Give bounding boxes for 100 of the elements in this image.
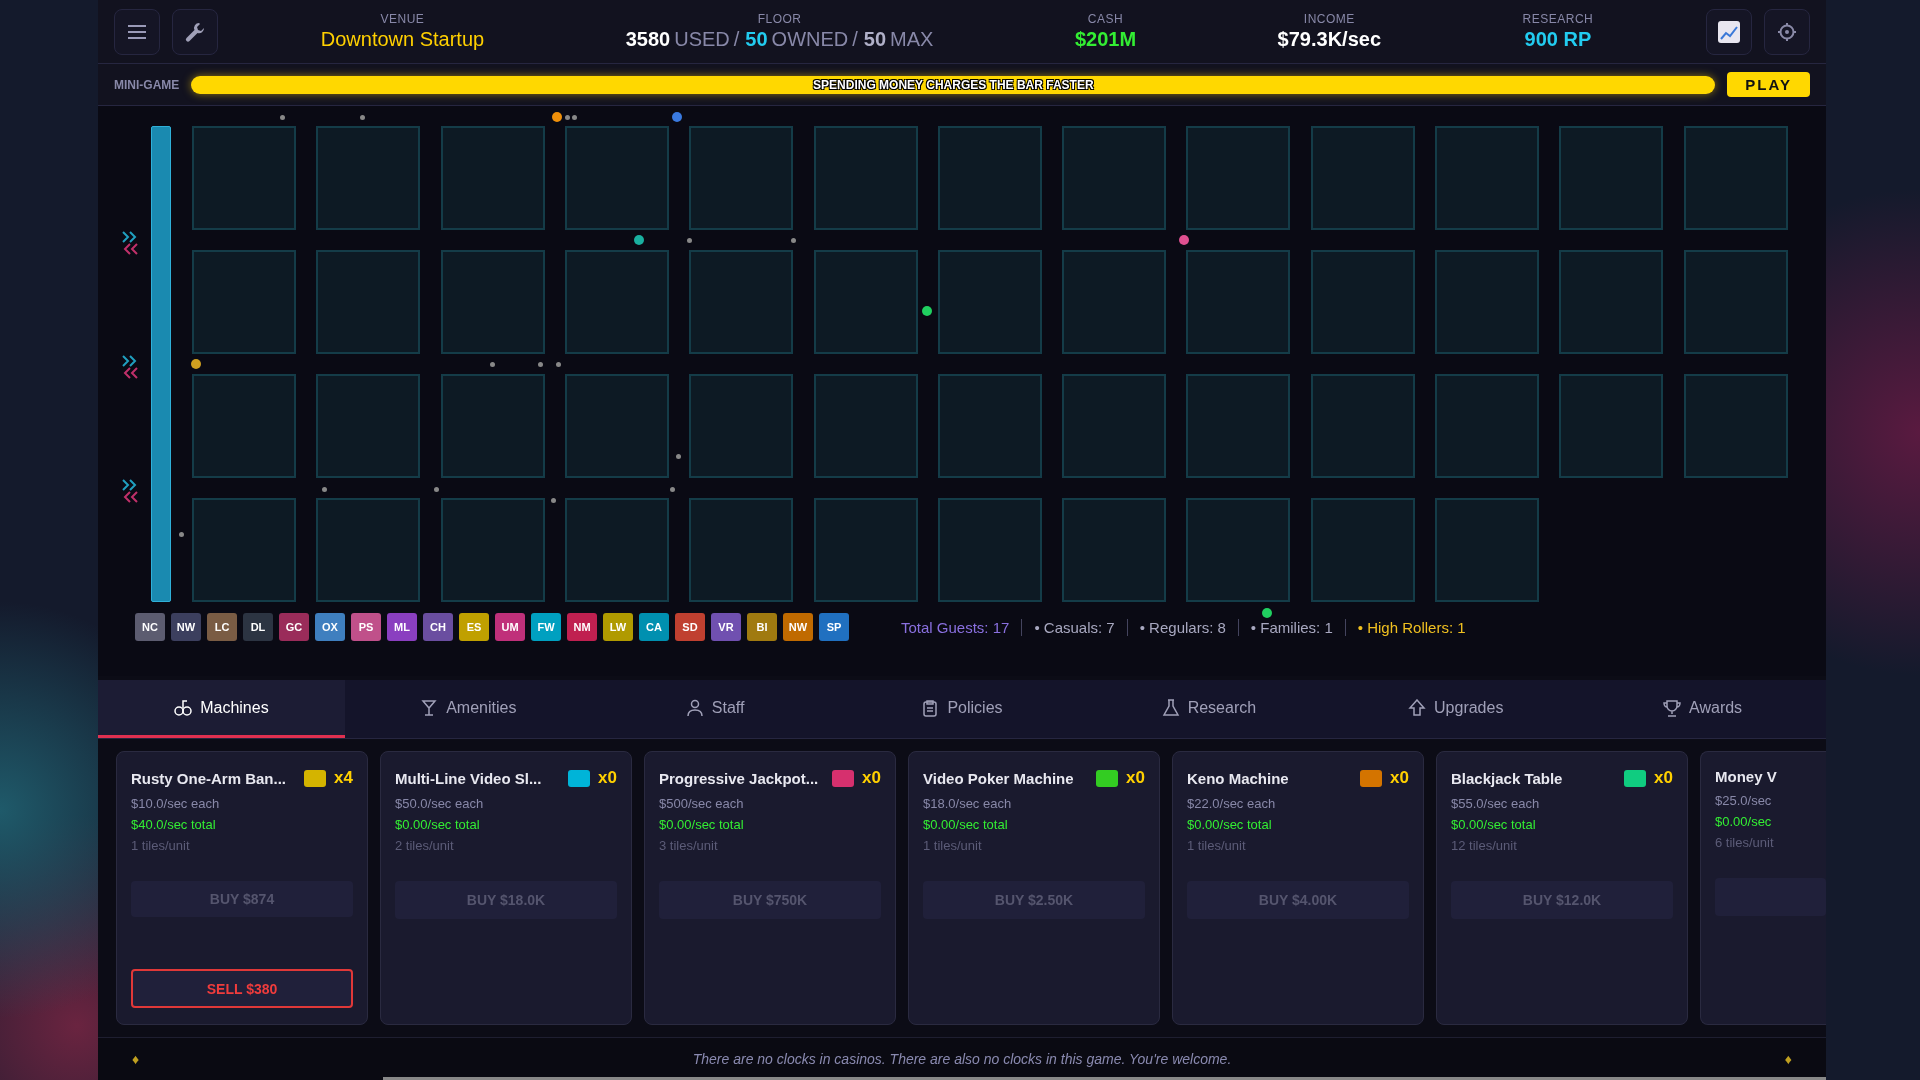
floor-tile[interactable] bbox=[813, 498, 918, 602]
floor-tile[interactable] bbox=[1062, 126, 1167, 230]
floor-tile[interactable] bbox=[316, 126, 421, 230]
machine-type-badge: SD bbox=[675, 613, 705, 641]
category-tab[interactable]: Policies bbox=[838, 680, 1086, 738]
floor-tile[interactable] bbox=[192, 126, 296, 230]
floor-tile[interactable] bbox=[689, 498, 794, 602]
guest-dot bbox=[1179, 235, 1189, 245]
floor-tile[interactable] bbox=[564, 126, 669, 230]
floor-tile[interactable] bbox=[440, 126, 545, 230]
settings-button[interactable] bbox=[1764, 8, 1810, 55]
floor-tile[interactable] bbox=[1310, 374, 1415, 478]
floor-tile[interactable] bbox=[689, 250, 794, 354]
scrollbar[interactable] bbox=[383, 1077, 1826, 1080]
floor-tile[interactable] bbox=[1683, 250, 1788, 354]
floor-tile[interactable] bbox=[937, 374, 1042, 478]
machine-count: x0 bbox=[862, 768, 881, 788]
category-tab[interactable]: Research bbox=[1085, 680, 1333, 738]
floor-tile[interactable] bbox=[440, 498, 545, 602]
floor-tile[interactable] bbox=[1683, 374, 1788, 478]
floor-tile[interactable] bbox=[316, 250, 421, 354]
machine-name: Video Poker Machine bbox=[923, 769, 1075, 787]
floor-tile[interactable] bbox=[1435, 250, 1539, 354]
floor-tile[interactable] bbox=[564, 250, 669, 354]
income-each: $18.0/sec each bbox=[923, 796, 1013, 811]
floor-tile[interactable] bbox=[937, 498, 1042, 602]
machine-type-badge: CA bbox=[639, 613, 669, 641]
chart-button[interactable] bbox=[1706, 8, 1752, 55]
tools-button[interactable] bbox=[172, 8, 218, 55]
floor-tile[interactable] bbox=[689, 126, 794, 230]
floor-tile[interactable] bbox=[1435, 498, 1539, 602]
menu-button[interactable] bbox=[114, 8, 160, 55]
machine-count: x0 bbox=[1654, 768, 1673, 788]
floor-tile[interactable] bbox=[813, 250, 918, 354]
diamond-icon: ♦ bbox=[132, 1051, 140, 1067]
floor-tile[interactable] bbox=[1559, 374, 1664, 478]
floor-stat-text: / bbox=[733, 28, 740, 51]
machine-type-badge: NC bbox=[135, 613, 165, 641]
floor-tile[interactable] bbox=[937, 250, 1042, 354]
machine-name: Multi-Line Video Sl... bbox=[395, 769, 543, 787]
guest-dot bbox=[790, 237, 796, 243]
floor-tile[interactable] bbox=[192, 498, 296, 602]
sell-button[interactable]: SELL $380 bbox=[131, 969, 353, 1008]
settings-icon bbox=[1777, 21, 1797, 42]
floor-tile[interactable] bbox=[1186, 126, 1291, 230]
guest-dot bbox=[922, 306, 932, 316]
machine-type-badge: PS bbox=[351, 613, 381, 641]
machine-type-badge: FW bbox=[531, 613, 561, 641]
floor-tile[interactable] bbox=[192, 374, 296, 478]
income-total: $0.00/sec total bbox=[923, 817, 1009, 832]
floor-tile[interactable] bbox=[440, 250, 545, 354]
machine-type-badge: NM bbox=[567, 613, 597, 641]
floor-stat-text: / bbox=[852, 28, 858, 51]
stat-value: $79.3K/sec bbox=[1277, 28, 1381, 51]
floor-tile[interactable] bbox=[564, 374, 669, 478]
floor-tile[interactable] bbox=[316, 374, 421, 478]
floor-tile[interactable] bbox=[1310, 498, 1415, 602]
stat-label: INCOME bbox=[1303, 12, 1355, 26]
floor-tile[interactable] bbox=[1559, 126, 1664, 230]
category-tab[interactable]: Staff bbox=[591, 680, 839, 738]
floor-tile[interactable] bbox=[937, 126, 1042, 230]
machine-type-badge: LC bbox=[207, 613, 237, 641]
floor-tile[interactable] bbox=[440, 374, 545, 478]
floor-tile[interactable] bbox=[1310, 126, 1415, 230]
category-tab[interactable]: Amenities bbox=[344, 680, 592, 738]
floor-tile[interactable] bbox=[1186, 250, 1291, 354]
income-total: $0.00/sec bbox=[1715, 814, 1773, 829]
floor-tile[interactable] bbox=[689, 374, 794, 478]
category-tab[interactable]: Upgrades bbox=[1332, 680, 1580, 738]
guest-dot bbox=[191, 359, 201, 369]
machine-type-badge: DL bbox=[243, 613, 273, 641]
floor-tile[interactable] bbox=[1683, 126, 1788, 230]
floor-tile[interactable] bbox=[1435, 126, 1539, 230]
floor-tile[interactable] bbox=[813, 374, 918, 478]
floor-tile[interactable] bbox=[1062, 498, 1167, 602]
floor-tile[interactable] bbox=[1186, 498, 1291, 602]
machine-type-badge: OX bbox=[315, 613, 345, 641]
floor-tile[interactable] bbox=[1435, 374, 1539, 478]
floor-tile[interactable] bbox=[564, 498, 669, 602]
floor-tile[interactable] bbox=[192, 250, 296, 354]
guest-dot bbox=[672, 112, 682, 122]
tile-size: 12 tiles/unit bbox=[1451, 838, 1518, 853]
floor-tile[interactable] bbox=[1062, 250, 1167, 354]
floor-tile[interactable] bbox=[1062, 374, 1167, 478]
play-button[interactable]: PLAY bbox=[1727, 72, 1810, 97]
floor-stat-text: 50 bbox=[745, 28, 768, 51]
guest-dot bbox=[489, 361, 495, 367]
floor-tile[interactable] bbox=[1559, 250, 1664, 354]
floor-tile[interactable] bbox=[316, 498, 421, 602]
machine-type-badge: CH bbox=[423, 613, 453, 641]
category-tab[interactable]: Awards bbox=[1579, 680, 1826, 738]
category-tab[interactable]: Machines bbox=[98, 680, 345, 738]
tile-size: 1 tiles/unit bbox=[1187, 838, 1247, 853]
floor-tile[interactable] bbox=[1310, 250, 1415, 354]
stat-value: 900 RP bbox=[1524, 28, 1592, 51]
floor-tile[interactable] bbox=[1186, 374, 1291, 478]
machine-count: x0 bbox=[598, 768, 617, 788]
arrow-up-icon bbox=[1408, 698, 1427, 717]
machine-type-badge: ML bbox=[387, 613, 417, 641]
floor-tile[interactable] bbox=[813, 126, 918, 230]
